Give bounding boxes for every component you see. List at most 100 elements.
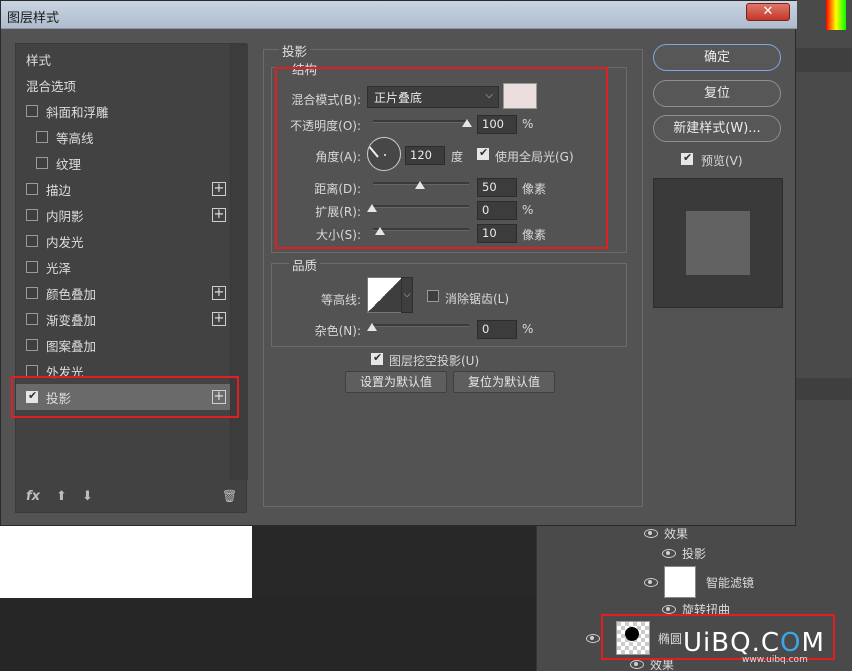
contour-picker[interactable] (367, 277, 403, 313)
style-checkbox[interactable] (36, 131, 48, 143)
style-checkbox[interactable] (26, 105, 38, 117)
reset-button[interactable]: 复位 (653, 80, 781, 107)
shadow-color-swatch[interactable] (503, 83, 537, 109)
angle-needle (368, 146, 379, 158)
opacity-slider-thumb[interactable] (462, 119, 472, 127)
spread-input[interactable]: 0 (477, 201, 517, 220)
color-swatch-strip[interactable] (826, 0, 846, 30)
size-input[interactable]: 10 (477, 224, 517, 243)
ok-button[interactable]: 确定 (653, 44, 781, 71)
blend-mode-select[interactable]: 正片叠底 ⌵ (367, 86, 499, 108)
style-list-header-styles[interactable]: 样式 (16, 46, 230, 72)
style-checkbox[interactable] (26, 261, 38, 273)
global-light-label: 使用全局光(G) (495, 150, 574, 164)
style-item-1[interactable]: 等高线 (16, 124, 230, 150)
eye-icon[interactable] (630, 659, 644, 669)
style-item-7[interactable]: 颜色叠加 + (16, 280, 230, 306)
layer-drop-shadow-row[interactable]: 投影 (662, 542, 706, 564)
style-checkbox[interactable] (26, 313, 38, 325)
style-list: 样式 混合选项 斜面和浮雕等高线纹理 描边 + 内阴影 + 内发光 光泽 颜色叠加 + 渐变叠加 +… (15, 43, 248, 513)
trash-icon[interactable]: 🗑 (222, 489, 237, 503)
style-item-0[interactable]: 斜面和浮雕 (16, 98, 230, 124)
noise-unit: % (522, 322, 534, 336)
style-item-label: 等高线 (56, 130, 94, 146)
eye-icon[interactable] (662, 604, 676, 614)
style-checkbox[interactable] (26, 235, 38, 247)
noise-slider-thumb[interactable] (367, 323, 377, 331)
knockout-label: 图层挖空投影(U) (389, 354, 480, 368)
opacity-input[interactable]: 100 (477, 115, 517, 134)
style-item-8[interactable]: 渐变叠加 + (16, 306, 230, 332)
angle-input[interactable]: 120 (405, 146, 445, 165)
fx-icon[interactable]: fx (26, 489, 40, 504)
preview-checkbox[interactable] (681, 151, 693, 165)
eye-icon[interactable] (586, 633, 600, 643)
distance-input[interactable]: 50 (477, 178, 517, 197)
spread-slider-thumb[interactable] (367, 204, 377, 212)
style-item-9[interactable]: 图案叠加 (16, 332, 230, 358)
opacity-slider-track[interactable] (373, 120, 469, 123)
highlight-drop-shadow-item (11, 376, 239, 418)
eye-icon[interactable] (662, 548, 676, 558)
style-preview (653, 178, 783, 308)
effects-label: 效果 (664, 526, 689, 541)
drop-shadow-effect-label: 投影 (682, 546, 707, 561)
style-item-2[interactable]: 纹理 (16, 150, 230, 176)
angle-label: 角度(A): (315, 150, 361, 164)
drop-shadow-group-title: 投影 (279, 41, 311, 60)
size-unit: 像素 (522, 228, 547, 242)
style-item-6[interactable]: 光泽 (16, 254, 230, 280)
new-style-button[interactable]: 新建样式(W)... (653, 115, 781, 142)
antialias-checkbox[interactable] (427, 290, 439, 302)
angle-dial[interactable] (367, 137, 401, 171)
style-checkbox[interactable] (26, 339, 38, 351)
reset-default-button[interactable]: 复位为默认值 (453, 371, 555, 393)
size-slider-track[interactable] (373, 228, 469, 231)
style-checkbox[interactable] (26, 183, 38, 195)
angle-unit: 度 (451, 150, 464, 164)
dialog-client: 样式 混合选项 斜面和浮雕等高线纹理 描边 + 内阴影 + 内发光 光泽 颜色叠加 + 渐变叠加 +… (5, 29, 793, 523)
move-down-icon[interactable]: ⬇ (82, 489, 93, 504)
style-item-label: 斜面和浮雕 (46, 104, 109, 120)
canvas-white-area (0, 526, 252, 598)
distance-slider-thumb[interactable] (415, 181, 425, 189)
style-checkbox[interactable] (36, 157, 48, 169)
style-list-footer: fx ⬆ ⬇ 🗑 (16, 480, 246, 512)
add-effect-plus-icon[interactable]: + (212, 182, 226, 196)
style-item-5[interactable]: 内发光 (16, 228, 230, 254)
close-button[interactable]: ✕ (746, 3, 790, 21)
quality-title: 品质 (289, 255, 321, 274)
noise-slider-track[interactable] (373, 324, 469, 327)
size-slider-thumb[interactable] (375, 227, 385, 235)
style-checkbox[interactable] (26, 287, 38, 299)
blend-mode-value: 正片叠底 (374, 91, 423, 105)
style-item-4[interactable]: 内阴影 + (16, 202, 230, 228)
add-effect-plus-icon[interactable]: + (212, 286, 226, 300)
noise-label: 杂色(N): (314, 324, 361, 338)
style-list-header-blending[interactable]: 混合选项 (16, 72, 230, 98)
move-up-icon[interactable]: ⬆ (56, 489, 67, 504)
smart-filter-thumbnail (664, 566, 696, 598)
watermark-url: www.uibq.com (742, 655, 808, 665)
opacity-label: 不透明度(O): (290, 119, 361, 133)
noise-input[interactable]: 0 (477, 320, 517, 339)
add-effect-plus-icon[interactable]: + (212, 312, 226, 326)
style-item-3[interactable]: 描边 + (16, 176, 230, 202)
preview-label: 预览(V) (701, 154, 743, 168)
eye-icon[interactable] (644, 577, 658, 587)
contour-dropdown-chevron-down-icon[interactable]: ⌵ (401, 277, 413, 313)
add-effect-plus-icon[interactable]: + (212, 208, 226, 222)
canvas-dark-area (252, 526, 536, 598)
spread-label: 扩展(R): (315, 205, 361, 219)
spread-slider-track[interactable] (373, 205, 469, 208)
eye-icon[interactable] (644, 528, 658, 538)
panel-header-band (795, 48, 852, 72)
layer-style-dialog: 图层样式 ✕ 样式 混合选项 斜面和浮雕等高线纹理 描边 + 内阴影 + 内发光 光泽 颜色叠… (0, 0, 797, 526)
global-light-checkbox[interactable] (477, 146, 489, 160)
make-default-button[interactable]: 设置为默认值 (345, 371, 447, 393)
knockout-checkbox[interactable] (371, 351, 383, 365)
style-checkbox[interactable] (26, 209, 38, 221)
smart-filter-row[interactable]: 智能滤镜 (644, 564, 754, 600)
dialog-titlebar[interactable]: 图层样式 ✕ (1, 1, 797, 29)
contour-label: 等高线: (320, 293, 361, 307)
